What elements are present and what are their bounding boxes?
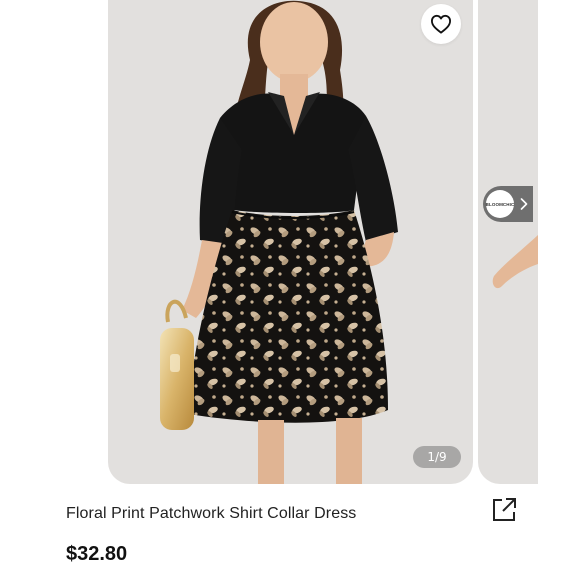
next-image-arm-preview	[492, 235, 538, 289]
main-product-image-card[interactable]: 1/9	[108, 0, 473, 484]
share-external-icon	[493, 498, 516, 521]
heart-outline-icon	[430, 14, 451, 34]
product-photo	[160, 0, 398, 484]
image-counter-badge: 1/9	[413, 446, 461, 468]
favorite-button[interactable]	[421, 4, 461, 44]
product-title: Floral Print Patchwork Shirt Collar Dres…	[66, 505, 357, 522]
previous-image-card[interactable]	[0, 0, 46, 484]
product-price: $32.80	[66, 543, 128, 565]
next-image-card[interactable]	[478, 0, 538, 484]
image-carousel[interactable]: 1/9 BLOOMCHIC	[0, 0, 580, 484]
brand-logo: BLOOMCHIC	[486, 190, 514, 218]
brand-next-button[interactable]: BLOOMCHIC	[483, 186, 533, 222]
chevron-right-icon	[520, 198, 528, 210]
share-button[interactable]	[490, 496, 518, 524]
